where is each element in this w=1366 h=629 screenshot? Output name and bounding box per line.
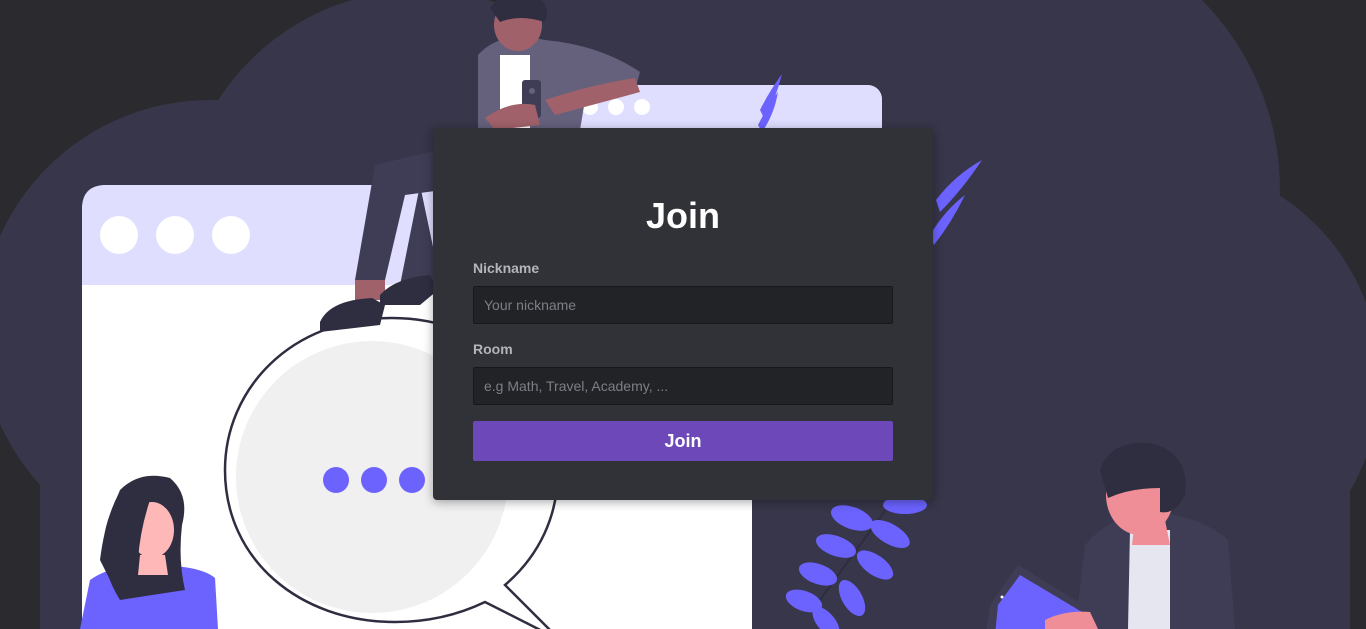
nickname-input[interactable]	[473, 286, 893, 324]
room-label: Room	[473, 341, 513, 357]
join-page: Join Nickname Room Join	[0, 0, 1366, 629]
room-input[interactable]	[473, 367, 893, 405]
join-button[interactable]: Join	[473, 421, 893, 461]
join-form-card: Join Nickname Room Join	[433, 128, 933, 500]
nickname-label: Nickname	[473, 260, 540, 276]
join-title: Join	[645, 195, 720, 236]
